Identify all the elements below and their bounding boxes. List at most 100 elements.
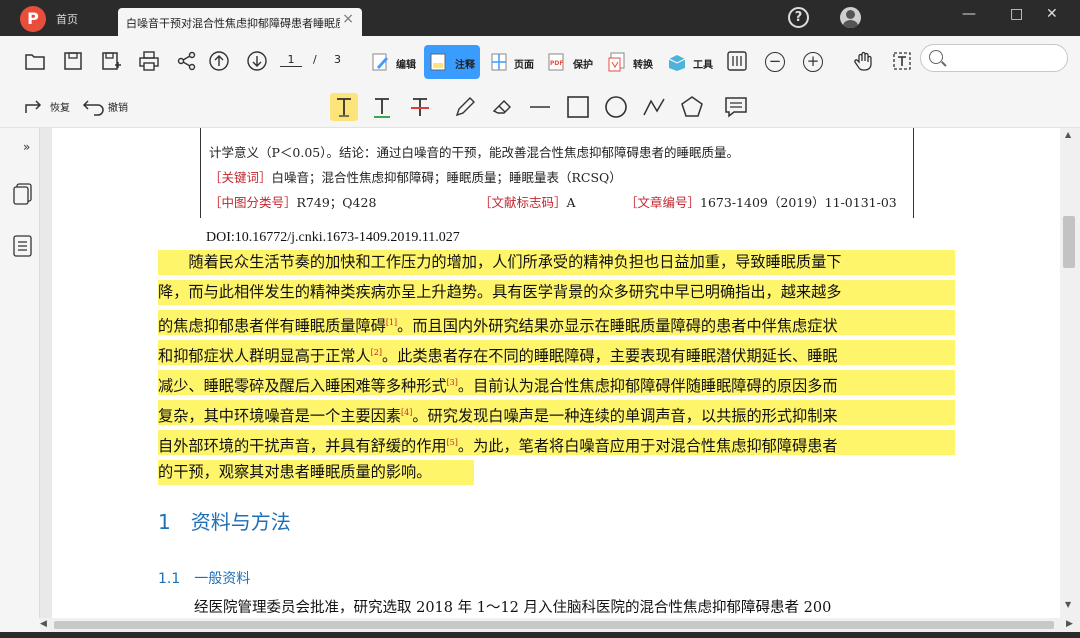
minimize-button[interactable]: — [962,6,976,22]
body-line: 和抑郁症状人群明显高于正常人[2]。此类患者存在不同的睡眠障碍，主要表现有睡眠潜… [158,340,955,365]
scroll-left-icon[interactable]: ◀ [40,619,47,629]
body-line: 随着民众生活节奏的加快和工作压力的增加，人们所承受的精神负担也日益加重，导致睡眠… [158,250,955,275]
undo-button[interactable]: 撤销 [108,99,128,114]
doccode-field: ［文献标志码］A [479,192,576,211]
outline-icon[interactable] [12,234,34,258]
tools-icon [668,55,686,71]
open-folder-icon[interactable] [24,50,46,72]
annotate-icon [430,53,446,71]
title-bar: P 首页 白噪音干预对混合性焦虑抑郁障碍患者睡眠质... × ? — □ ✕ [0,0,1080,36]
save-as-icon[interactable] [100,50,122,72]
tab-home[interactable]: 首页 [56,11,78,27]
mode-edit-button[interactable]: 编辑 [366,45,422,79]
section-heading: 1 资料与方法 [158,510,291,534]
next-page-icon[interactable] [246,50,268,72]
articleno-tag: ［文章编号］ [625,195,701,210]
search-input[interactable] [920,44,1068,72]
maximize-button[interactable]: □ [1010,6,1023,22]
citation-ref[interactable]: [2] [371,348,382,357]
page-number-input[interactable]: 1 [280,53,302,67]
vertical-scrollbar[interactable]: ▲ ▼ [1060,128,1080,618]
underline-text-icon[interactable] [368,93,396,121]
line-tool-icon[interactable] [526,93,554,121]
main-toolbar: 1 / 3 编辑 注释 页面 PDF 保护 转换 工具 − + [0,36,1080,86]
citation-ref[interactable]: [5] [447,438,458,447]
convert-icon [608,52,625,72]
tab-close-icon[interactable]: × [342,11,354,27]
undo-icon[interactable] [80,93,104,121]
page-total: 3 [334,53,341,66]
polyline-tool-icon[interactable] [640,93,668,121]
close-window-button[interactable]: ✕ [1046,6,1058,22]
citation-ref[interactable]: [1] [386,318,397,327]
abstract-box: 计学意义（P＜0.05）。结论：通过白噪音的干预，能改善混合性焦虑抑郁障碍患者的… [200,128,914,218]
annotation-toolbar: 恢复 撤销 [0,86,1080,128]
doccode-tag: ［文献标志码］ [479,195,567,210]
app-logo-icon[interactable]: P [20,6,46,32]
doccode-value: A [566,195,576,210]
body-paragraph: 经医院管理委员会批准，研究选取 2018 年 1～12 月入住脑科医院的混合性焦… [194,600,832,616]
search-icon [929,50,943,64]
mode-tools-button[interactable]: 工具 [662,45,720,79]
body-line: 的焦虑抑郁患者伴有睡眠质量障碍[1]。而且国内外研究结果亦显示在睡眠质量障碍的患… [158,310,955,335]
clc-tag: ［中图分类号］ [209,195,297,210]
scrollbar-thumb[interactable] [1063,216,1075,268]
mode-annotate-button[interactable]: 注释 [424,45,480,79]
select-text-icon[interactable] [891,50,913,72]
citation-ref[interactable]: [3] [447,378,458,387]
polygon-tool-icon[interactable] [678,93,706,121]
page-icon [491,53,507,71]
articleno-value: 1673-1409（2019）11-0131-03 [700,195,897,210]
expand-sidebar-icon[interactable]: » [23,140,30,154]
scroll-down-icon[interactable]: ▼ [1065,600,1071,609]
pencil-icon[interactable] [450,93,478,121]
help-icon[interactable]: ? [788,7,809,28]
protect-icon: PDF [548,53,564,71]
print-icon[interactable] [138,50,160,72]
eraser-icon[interactable] [488,93,516,121]
horizontal-scrollbar[interactable]: ◀ ▶ [40,618,1080,632]
ellipse-tool-icon[interactable] [602,93,630,121]
rectangle-tool-icon[interactable] [564,93,592,121]
highlight-text-icon[interactable] [330,93,358,121]
prev-page-icon[interactable] [208,50,230,72]
comment-tool-icon[interactable] [722,93,750,121]
save-icon[interactable] [62,50,84,72]
subsection-heading: 1.1 一般资料 [158,571,251,587]
zoom-in-icon[interactable]: + [803,52,823,72]
mode-protect-button[interactable]: PDF 保护 [542,45,600,79]
keywords-text: 白噪音；混合性焦虑抑郁障碍；睡眠质量；睡眠量表（RCSQ） [271,170,622,185]
user-avatar-icon[interactable] [840,7,861,28]
scroll-right-icon[interactable]: ▶ [1066,619,1073,629]
scroll-up-icon[interactable]: ▲ [1065,130,1071,139]
redo-icon[interactable] [20,93,44,121]
mode-convert-button[interactable]: 转换 [602,45,660,79]
view-settings-icon[interactable] [726,50,748,72]
page-separator: / [313,53,317,66]
strikethrough-text-icon[interactable] [406,93,434,121]
body-line: 自外部环境的干扰声音，并具有舒缓的作用[5]。为此，笔者将白噪音应用于对混合性焦… [158,430,955,455]
doi-text: DOI:10.16772/j.cnki.1673-1409.2019.11.02… [206,230,460,245]
abstract-conclusion: 计学意义（P＜0.05）。结论：通过白噪音的干预，能改善混合性焦虑抑郁障碍患者的… [209,145,739,160]
redo-button[interactable]: 恢复 [50,99,70,114]
share-icon[interactable] [176,50,198,72]
tab-document-label: 白噪音干预对混合性焦虑抑郁障碍患者睡眠质... [126,17,340,30]
scrollbar-thumb[interactable] [54,621,1054,629]
pdf-page: 计学意义（P＜0.05）。结论：通过白噪音的干预，能改善混合性焦虑抑郁障碍患者的… [52,128,1060,618]
citation-ref[interactable]: [4] [401,408,412,417]
mode-page-button[interactable]: 页面 [484,45,540,79]
document-viewport[interactable]: 计学意义（P＜0.05）。结论：通过白噪音的干预，能改善混合性焦虑抑郁障碍患者的… [40,128,1060,618]
body-line: 降，而与此相伴发生的精神类疾病亦呈上升趋势。具有医学背景的众多研究中早已明确指出… [158,280,955,305]
classification-line: ［中图分类号］R749；Q428 ［文献标志码］A ［文章编号］1673-140… [209,192,897,211]
hand-tool-icon[interactable] [853,50,875,72]
edit-icon [372,53,388,71]
body-line: 减少、睡眠零碎及醒后入睡困难等多种形式[3]。目前认为混合性焦虑抑郁障碍伴随睡眠… [158,370,955,395]
keywords-tag: ［关键词］ [209,170,272,185]
zoom-out-icon[interactable]: − [765,52,785,72]
clc-value: R749；Q428 [296,195,377,210]
articleno-field: ［文章编号］1673-1409（2019）11-0131-03 [625,192,897,211]
tab-document[interactable]: 白噪音干预对混合性焦虑抑郁障碍患者睡眠质... × [118,8,362,36]
left-sidebar: » [0,128,40,618]
window-bottom-edge [0,632,1080,638]
thumbnails-icon[interactable] [12,182,34,206]
